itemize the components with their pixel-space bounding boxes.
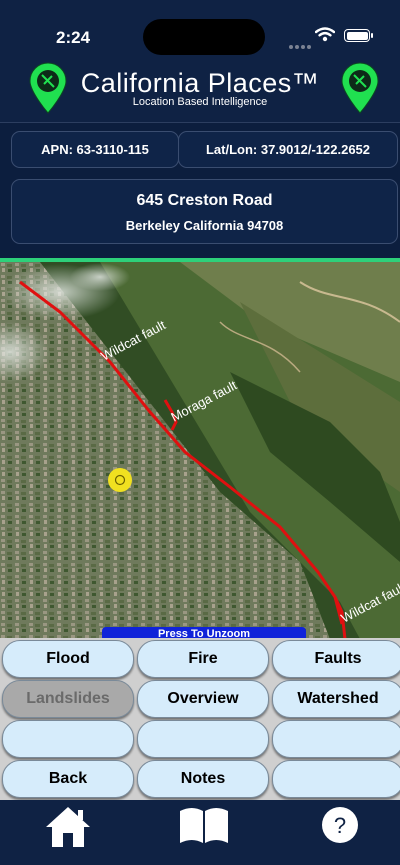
back-button[interactable]: Back bbox=[2, 760, 134, 798]
street-address: 645 Creston Road bbox=[136, 192, 273, 209]
latlon-label: Lat/Lon: 37.9012/-122.2652 bbox=[178, 131, 398, 168]
empty-button[interactable] bbox=[137, 720, 269, 758]
flood-button[interactable]: Flood bbox=[2, 640, 134, 678]
map-imagery: Wildcat fault Moraga fault Wildcat fault bbox=[0, 262, 400, 639]
location-marker-icon bbox=[108, 468, 132, 492]
battery-icon bbox=[344, 29, 373, 42]
help-icon[interactable]: ? bbox=[320, 805, 360, 845]
app-header: California Places™ Location Based Intell… bbox=[0, 56, 400, 122]
help-glyph: ? bbox=[334, 813, 346, 838]
tab-bar: ? bbox=[0, 800, 400, 865]
wifi-icon bbox=[315, 27, 335, 42]
overview-button[interactable]: Overview bbox=[137, 680, 269, 718]
apn-label: APN: 63-3110-115 bbox=[11, 131, 179, 168]
status-time: 2:24 bbox=[56, 28, 91, 47]
watershed-button[interactable]: Watershed bbox=[272, 680, 400, 718]
empty-button[interactable] bbox=[272, 720, 400, 758]
dynamic-island bbox=[143, 19, 265, 55]
satellite-map[interactable]: Wildcat fault Moraga fault Wildcat fault… bbox=[0, 262, 400, 639]
home-icon[interactable] bbox=[44, 805, 92, 849]
address-card: 645 Creston Road Berkeley California 947… bbox=[11, 179, 398, 244]
landslides-button[interactable]: Landslides bbox=[2, 680, 134, 718]
status-bar: 2:24 bbox=[0, 0, 400, 56]
signal-icon bbox=[289, 36, 313, 54]
empty-button[interactable] bbox=[272, 760, 400, 798]
faults-button[interactable]: Faults bbox=[272, 640, 400, 678]
city-line: Berkeley California 94708 bbox=[125, 218, 284, 233]
location-pin-icon bbox=[341, 62, 379, 114]
book-icon[interactable] bbox=[178, 805, 230, 845]
parcel-info-panel: APN: 63-3110-115 Lat/Lon: 37.9012/-122.2… bbox=[0, 122, 400, 260]
fire-button[interactable]: Fire bbox=[137, 640, 269, 678]
layer-button-grid: Flood Fire Faults Landslides Overview Wa… bbox=[0, 638, 400, 800]
notes-button[interactable]: Notes bbox=[137, 760, 269, 798]
empty-button[interactable] bbox=[2, 720, 134, 758]
